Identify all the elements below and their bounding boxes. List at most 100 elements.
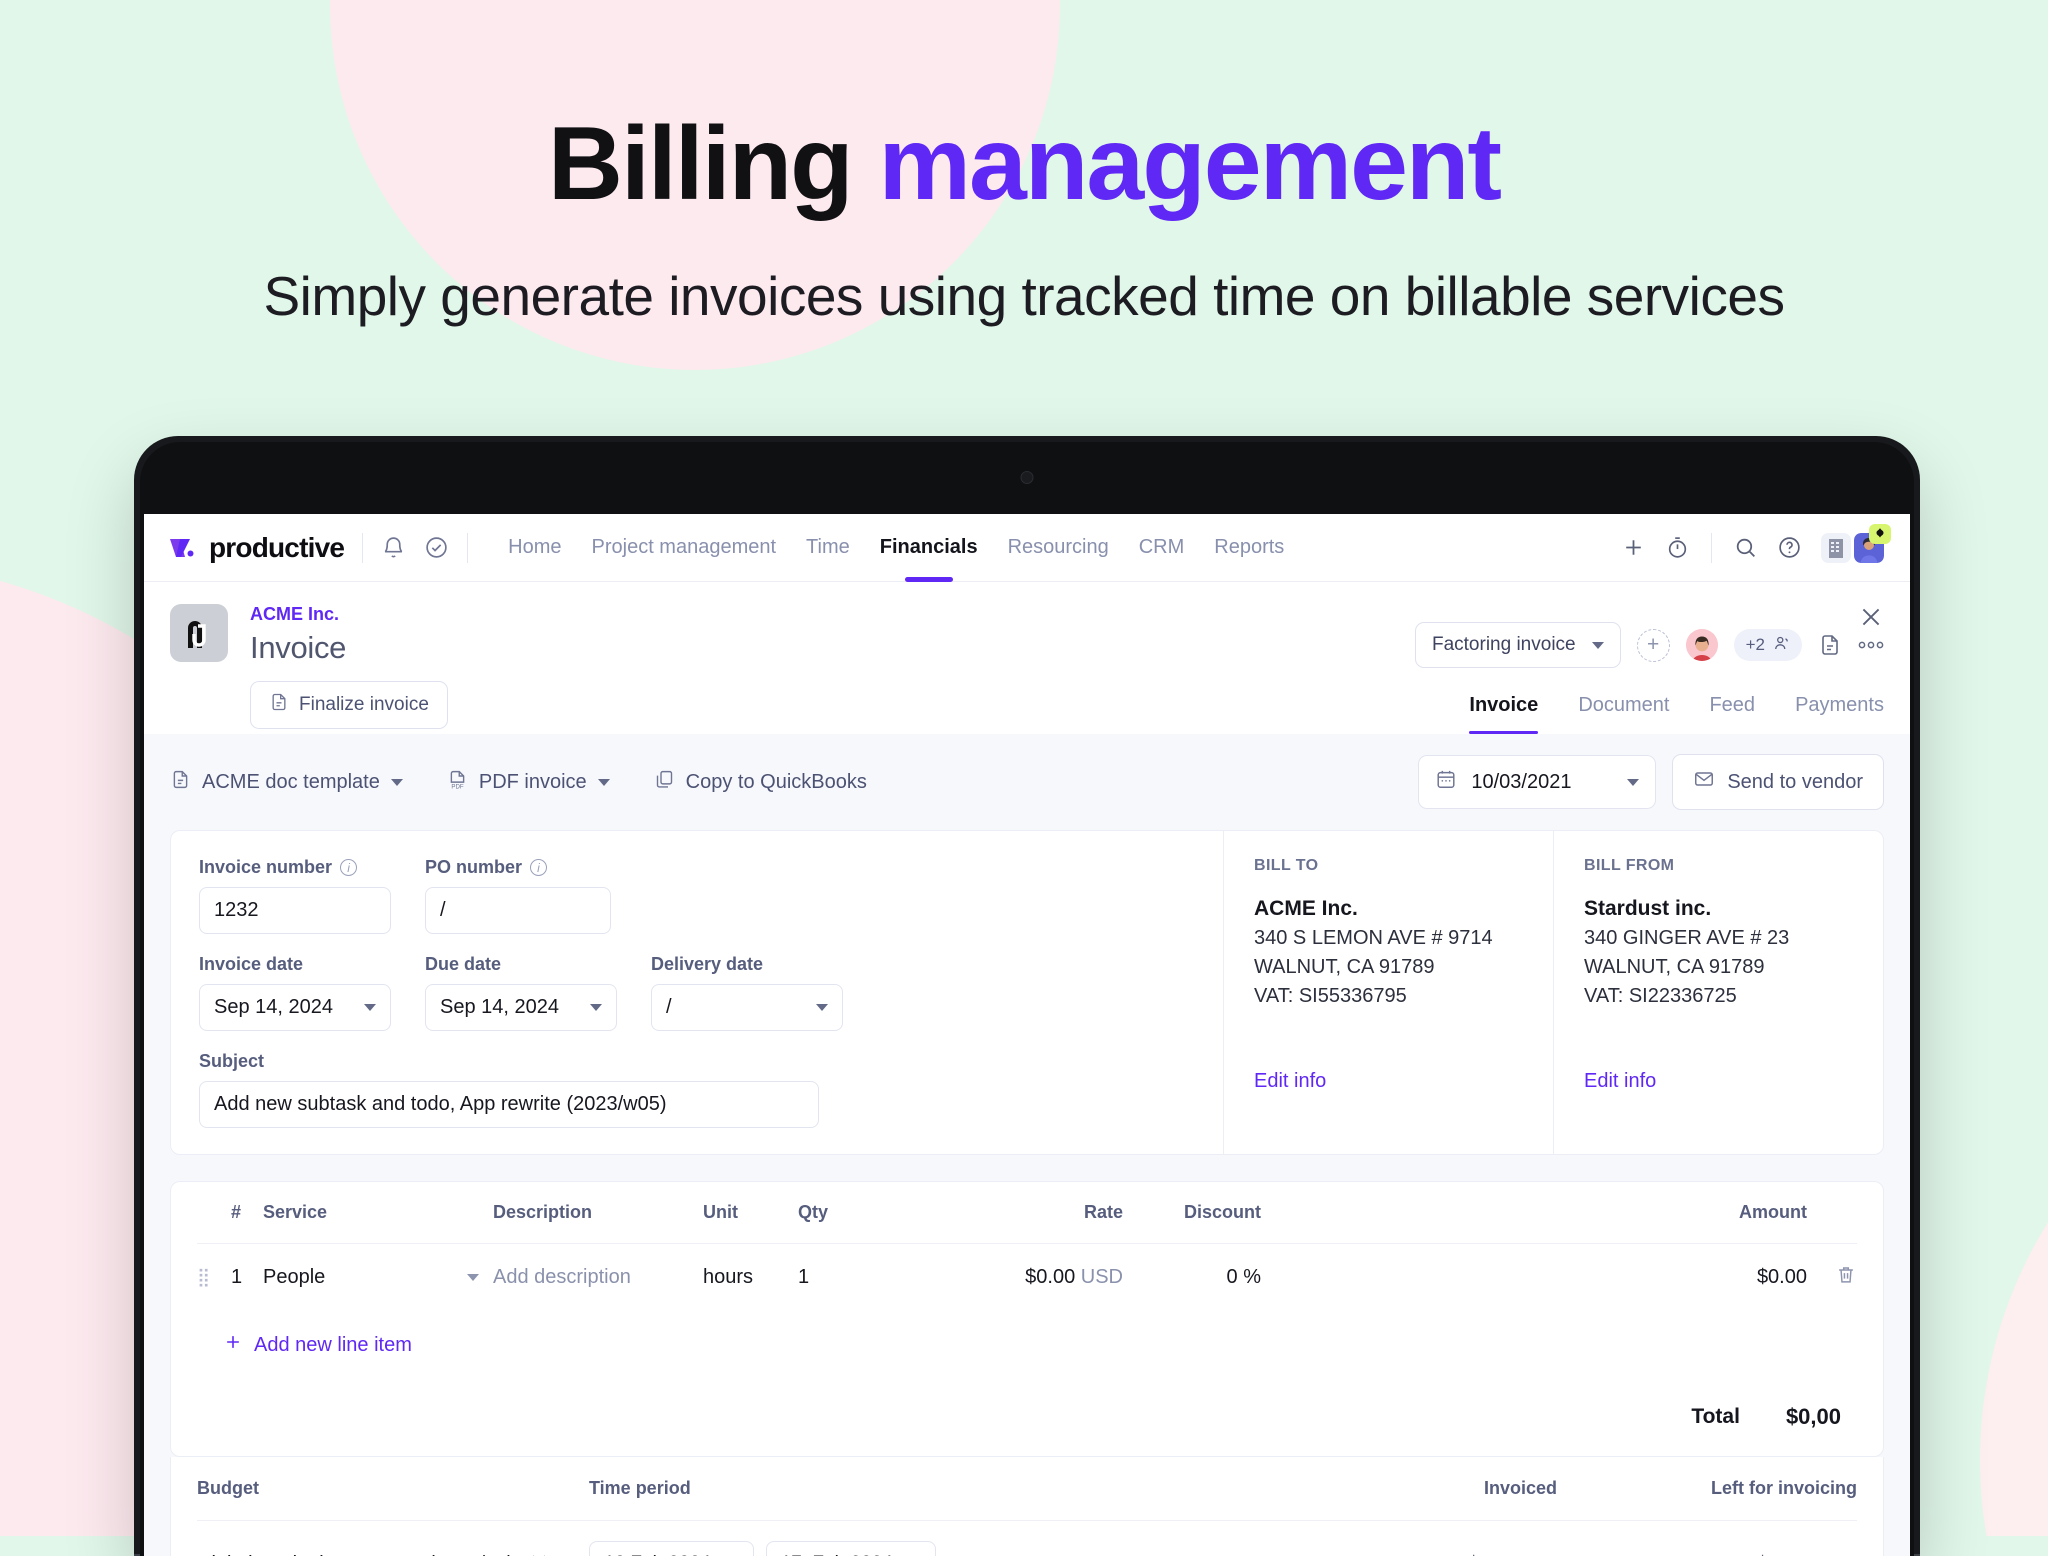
close-icon[interactable] xyxy=(1858,604,1884,635)
pdf-icon: PDF xyxy=(447,769,468,796)
hero-title: Billing management xyxy=(0,112,2048,216)
collaborators-count[interactable]: +2 xyxy=(1734,629,1802,661)
more-options-icon[interactable] xyxy=(1858,640,1884,650)
row-service-select[interactable]: People xyxy=(263,1266,493,1289)
add-collaborator-button[interactable]: + xyxy=(1637,629,1670,662)
nav-link-crm[interactable]: CRM xyxy=(1139,514,1185,581)
po-number-input[interactable]: / xyxy=(425,887,611,934)
col-qty: Qty xyxy=(798,1202,938,1223)
delivery-date-select[interactable]: / xyxy=(651,984,843,1031)
row-discount[interactable]: 0 % xyxy=(1123,1266,1283,1289)
period-from-select[interactable]: 12,Feb 2024 xyxy=(589,1541,754,1556)
invoice-tabs: Invoice Document Feed Payments xyxy=(1469,694,1884,734)
nav-link-resourcing[interactable]: Resourcing xyxy=(1008,514,1109,581)
tab-document[interactable]: Document xyxy=(1578,694,1669,734)
send-to-vendor-button[interactable]: Send to vendor xyxy=(1672,754,1884,810)
account-switcher[interactable] xyxy=(1821,533,1884,563)
tab-invoice[interactable]: Invoice xyxy=(1469,694,1538,734)
invoice-number-input[interactable]: 1232 xyxy=(199,887,391,934)
drag-handle-icon[interactable]: ⣿ xyxy=(197,1273,231,1282)
invoice-titles: ACME Inc. Invoice Finalize invoice xyxy=(250,604,448,734)
nav-link-time[interactable]: Time xyxy=(806,514,850,581)
send-to-vendor-label: Send to vendor xyxy=(1727,771,1863,794)
nav-link-reports[interactable]: Reports xyxy=(1214,514,1284,581)
app-screen: productive Home Project management xyxy=(144,514,1910,1556)
chevron-down-icon xyxy=(816,1004,828,1011)
delivery-date-field: Delivery date / xyxy=(651,954,843,1031)
po-number-label-row: PO number i xyxy=(425,857,611,878)
due-date-value: Sep 14, 2024 xyxy=(440,996,559,1019)
add-new-line-item-button[interactable]: Add new line item xyxy=(197,1310,1857,1358)
due-date-select[interactable]: Sep 14, 2024 xyxy=(425,984,617,1031)
delete-row-icon[interactable] xyxy=(1807,1264,1857,1291)
bill-from-edit-link[interactable]: Edit info xyxy=(1584,1070,1857,1093)
app-logo[interactable]: productive xyxy=(166,531,344,565)
document-icon xyxy=(269,692,289,718)
row-service-value: People xyxy=(263,1266,325,1289)
budget-name: Digital marketing strategy (2024/02) xyxy=(197,1553,527,1556)
invoice-client-link[interactable]: ACME Inc. xyxy=(250,604,448,625)
chevron-down-icon xyxy=(364,1004,376,1011)
company-icon[interactable] xyxy=(1821,533,1851,563)
copy-to-quickbooks-button[interactable]: Copy to QuickBooks xyxy=(654,769,867,796)
document-icon xyxy=(170,769,191,796)
subject-input[interactable]: Add new subtask and todo, App rewrite (2… xyxy=(199,1081,819,1128)
row-rate[interactable]: $0.00 USD xyxy=(938,1266,1123,1289)
period-to-select[interactable]: 17, Feb 2024 xyxy=(766,1541,936,1556)
bill-to-label: BILL TO xyxy=(1254,857,1527,875)
invoice-date-picker[interactable]: 10/03/2021 xyxy=(1418,755,1656,809)
invoice-number-field: Invoice number i 1232 xyxy=(199,857,391,934)
bill-to-line2: WALNUT, CA 91789 xyxy=(1254,956,1527,979)
hero-section: Billing management Simply generate invoi… xyxy=(0,0,2048,327)
po-number-field: PO number i / xyxy=(425,857,611,934)
row-unit[interactable]: hours xyxy=(703,1266,798,1289)
invoice-form: Invoice number i 1232 PO number i / xyxy=(171,831,1223,1154)
finalize-invoice-button[interactable]: Finalize invoice xyxy=(250,681,448,729)
plus-icon[interactable] xyxy=(1621,535,1646,560)
col-invoiced: Invoiced xyxy=(1297,1478,1557,1499)
remove-budget-icon[interactable] xyxy=(527,1550,589,1556)
add-new-line-item-label: Add new line item xyxy=(254,1334,412,1357)
productive-logo-icon xyxy=(166,531,200,565)
hero-title-accent: management xyxy=(879,106,1501,222)
nav-link-project-management[interactable]: Project management xyxy=(592,514,777,581)
invoice-date-value: 10/03/2021 xyxy=(1471,771,1571,794)
invoice-header-actions: Factoring invoice + +2 xyxy=(1415,604,1884,734)
collaborator-avatar[interactable] xyxy=(1686,629,1718,661)
po-number-label: PO number xyxy=(425,857,522,878)
bill-from-label: BILL FROM xyxy=(1584,857,1857,875)
factoring-invoice-select[interactable]: Factoring invoice xyxy=(1415,622,1621,668)
info-icon[interactable]: i xyxy=(530,859,547,876)
timer-icon[interactable] xyxy=(1665,535,1690,560)
info-icon[interactable]: i xyxy=(340,859,357,876)
attach-document-button[interactable] xyxy=(1818,633,1842,657)
pdf-invoice-select[interactable]: PDF PDF invoice xyxy=(447,769,610,796)
delivery-date-value: / xyxy=(666,996,672,1019)
help-icon[interactable] xyxy=(1777,535,1802,560)
chevron-down-icon xyxy=(590,1004,602,1011)
invoice-totals: Total $0,00 xyxy=(197,1358,1857,1456)
leaf-badge-icon xyxy=(1869,524,1891,544)
row-qty[interactable]: 1 xyxy=(798,1266,938,1289)
invoice-date-select[interactable]: Sep 14, 2024 xyxy=(199,984,391,1031)
check-circle-icon[interactable] xyxy=(424,535,449,560)
nav-link-home[interactable]: Home xyxy=(508,514,561,581)
logo-text: productive xyxy=(209,532,344,564)
doc-template-select[interactable]: ACME doc template xyxy=(170,769,403,796)
row-description-input[interactable]: Add description xyxy=(493,1266,703,1289)
total-label: Total xyxy=(1691,1405,1740,1429)
collaborators-count-label: +2 xyxy=(1746,635,1765,655)
chevron-down-icon xyxy=(391,779,403,786)
table-row: ⣿ 1 People Add description hours 1 $0.00… xyxy=(197,1244,1857,1310)
tab-feed[interactable]: Feed xyxy=(1709,694,1755,734)
nav-divider-2 xyxy=(467,533,468,563)
invoice-number-label-row: Invoice number i xyxy=(199,857,391,878)
tab-payments[interactable]: Payments xyxy=(1795,694,1884,734)
bill-from-block: BILL FROM Stardust inc. 340 GINGER AVE #… xyxy=(1553,831,1883,1154)
bell-icon[interactable] xyxy=(381,535,406,560)
calendar-icon xyxy=(1435,768,1457,796)
bill-to-edit-link[interactable]: Edit info xyxy=(1254,1070,1527,1093)
nav-link-financials[interactable]: Financials xyxy=(880,514,978,581)
search-icon[interactable] xyxy=(1733,535,1758,560)
nav-divider-3 xyxy=(1711,533,1712,563)
